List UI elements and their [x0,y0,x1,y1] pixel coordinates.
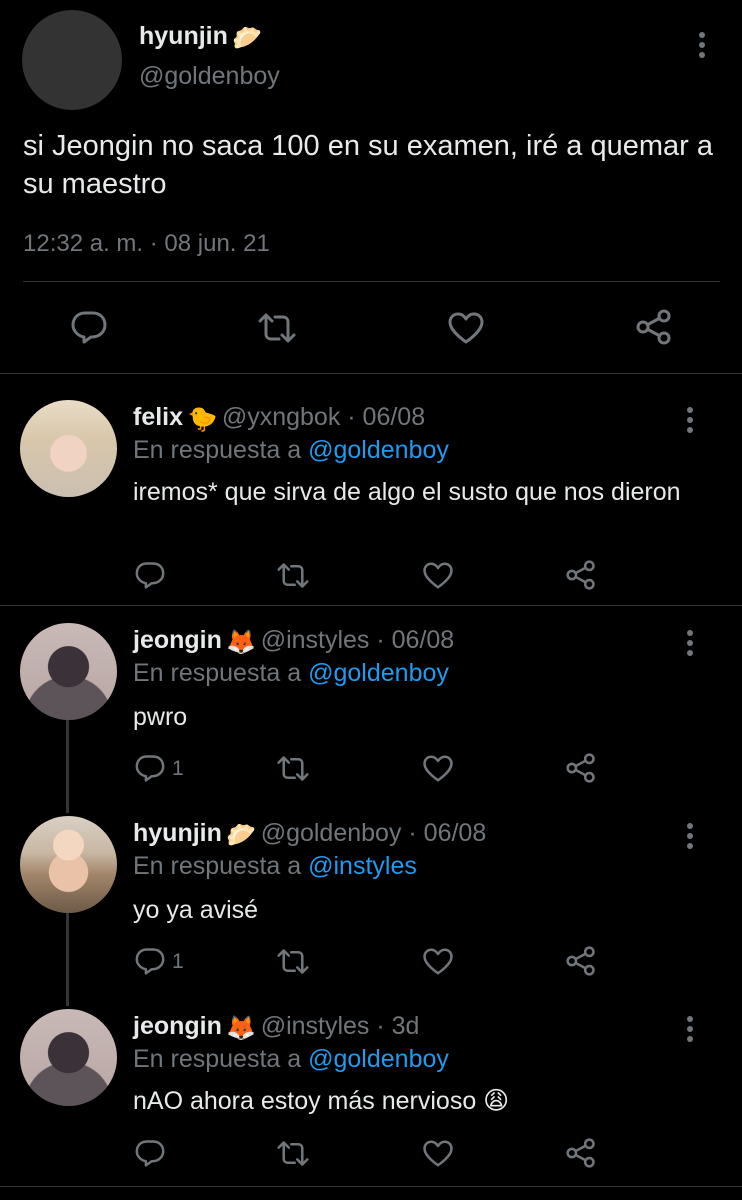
reply-to-link[interactable]: @goldenboy [308,1045,449,1073]
like-icon[interactable] [422,561,454,590]
reply-context: En respuesta a @goldenboy [133,659,449,688]
main-author-handle: @goldenboy [139,62,280,90]
chick-emoji-icon: 🐤 [187,406,218,433]
avatar-hyunjin[interactable] [22,10,122,110]
reply-author-handle: @goldenboy · 06/08 [260,819,487,847]
retweet-icon[interactable] [276,755,310,782]
reply-to-link[interactable]: @goldenboy [308,436,449,464]
main-author-name: hyunjin [139,22,228,50]
reply-icon[interactable] [135,754,165,782]
reply-context: En respuesta a @goldenboy [133,1045,449,1074]
thread-connector [66,913,69,1006]
reply-to-link[interactable]: @goldenboy [308,659,449,687]
avatar-hyunjin[interactable] [20,816,117,913]
reply-context: En respuesta a @goldenboy [133,436,449,465]
divider [0,605,742,606]
retweet-icon[interactable] [276,562,310,589]
reply-context-prefix: En respuesta a [133,659,309,687]
dumpling-emoji-icon: 🥟 [226,822,257,849]
reply-header: jeongin 🦊 @instyles · 06/08 [133,626,454,657]
retweet-icon[interactable] [257,312,297,344]
more-options-icon[interactable] [699,32,705,62]
like-icon[interactable] [422,754,454,783]
main-tweet-text: si Jeongin no saca 100 en su examen, iré… [23,130,713,200]
reply-context-prefix: En respuesta a [133,1045,309,1073]
share-icon[interactable] [566,946,596,976]
reply-author-name: hyunjin [133,819,222,847]
reply-count: 1 [172,950,184,973]
avatar-jeongin[interactable] [20,623,117,720]
avatar-felix[interactable] [20,400,117,497]
reply-text: iremos* que sirva de algo el susto que n… [133,478,681,506]
reply-to-link[interactable]: @instyles [308,852,417,880]
reply-author-name: felix [133,403,184,431]
share-icon[interactable] [566,753,596,783]
share-icon[interactable] [566,560,596,590]
reply-header: jeongin 🦊 @instyles · 3d [133,1012,419,1043]
dumpling-emoji-icon: 🥟 [232,25,263,52]
more-options-icon[interactable] [687,823,693,853]
more-options-icon[interactable] [687,630,693,660]
divider [23,281,720,282]
like-icon[interactable] [422,947,454,976]
share-icon[interactable] [566,1138,596,1168]
reply-author-name: jeongin [133,1012,222,1040]
reply-text: yo ya avisé [133,896,259,924]
like-icon[interactable] [422,1139,454,1168]
reply-context: En respuesta a @instyles [133,852,417,881]
avatar-jeongin[interactable] [20,1009,117,1106]
reply-context-prefix: En respuesta a [133,436,309,464]
retweet-icon[interactable] [276,948,310,975]
divider [0,373,742,374]
reply-author-name: jeongin [133,626,222,654]
reply-icon[interactable] [135,947,165,975]
retweet-icon[interactable] [276,1140,310,1167]
reply-icon[interactable] [135,1139,165,1167]
reply-text: nAO ahora estoy más nervioso 😩 [133,1087,510,1115]
more-options-icon[interactable] [687,407,693,437]
reply-count: 1 [172,757,184,780]
reply-header: hyunjin 🥟 @goldenboy · 06/08 [133,819,486,850]
share-icon[interactable] [636,309,672,345]
reply-author-handle: @instyles · 3d [260,1012,420,1040]
reply-icon[interactable] [135,561,165,589]
reply-text: pwro [133,703,188,731]
thread-connector [66,720,69,813]
reply-header: felix 🐤 @yxngbok · 06/08 [133,403,425,434]
main-name-row: hyunjin 🥟 [139,22,262,53]
more-options-icon[interactable] [687,1016,693,1046]
reply-icon[interactable] [71,310,107,344]
reply-author-handle: @instyles · 06/08 [260,626,455,654]
fox-emoji-icon: 🦊 [226,1015,257,1042]
reply-context-prefix: En respuesta a [133,852,309,880]
like-icon[interactable] [447,311,485,345]
main-tweet-timestamp: 12:32 a. m. · 08 jun. 21 [23,230,270,257]
reply-author-handle: @yxngbok · 06/08 [221,403,426,431]
divider [0,1186,742,1187]
fox-emoji-icon: 🦊 [226,629,257,656]
